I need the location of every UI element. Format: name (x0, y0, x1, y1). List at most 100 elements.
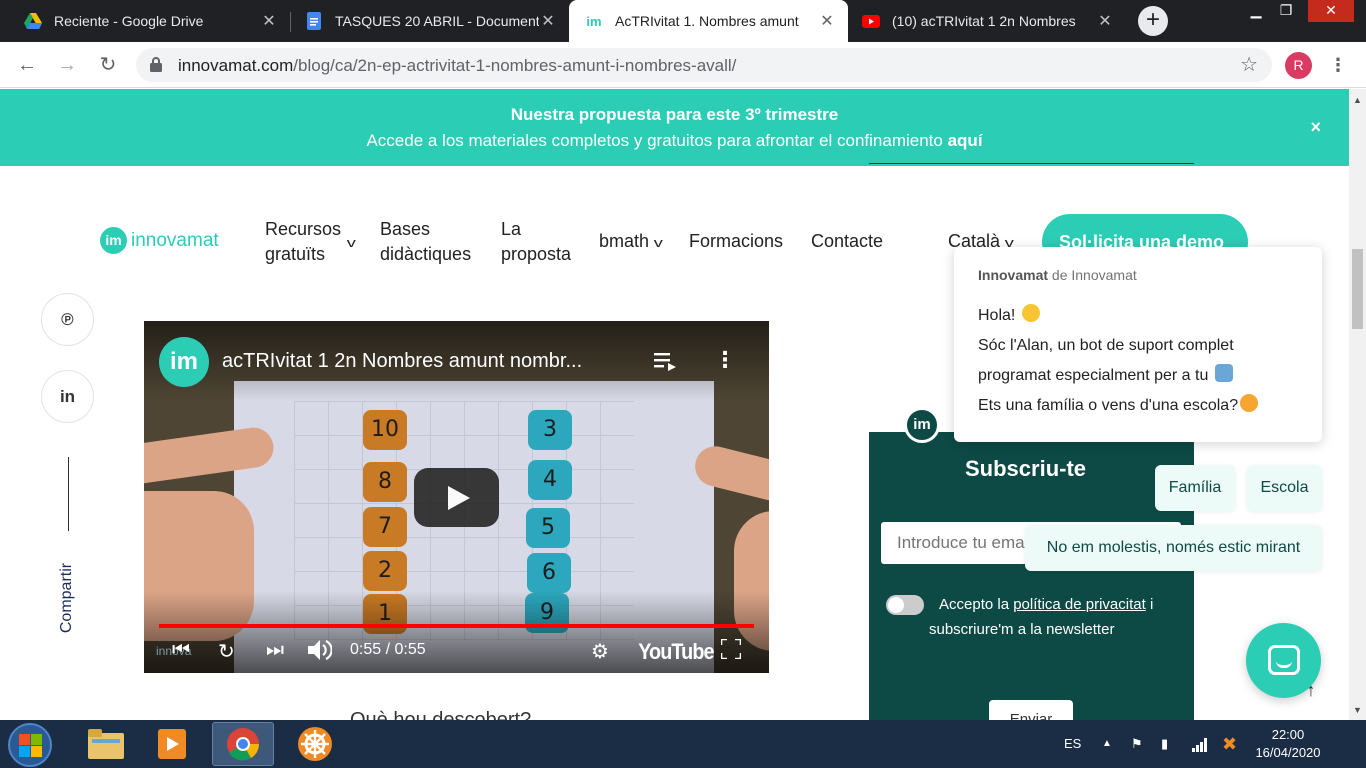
back-button[interactable]: ← (14, 52, 40, 78)
close-tab-icon[interactable]: ✕ (1096, 11, 1114, 31)
close-tab-icon[interactable]: ✕ (260, 11, 278, 31)
divider (869, 163, 1194, 167)
video-progress-bar[interactable] (159, 624, 754, 628)
blue-number-card: 5 (526, 508, 570, 548)
nav-bmath[interactable]: bmath v (599, 229, 663, 255)
quick-reply-familia[interactable]: Família (1155, 465, 1235, 511)
tab-innovamat-active[interactable]: im AcTRIvitat 1. Nombres amunt ✕ (569, 0, 848, 42)
next-icon[interactable]: ⏭ (266, 639, 284, 662)
address-bar[interactable]: innovamat.com/blog/ca/2n-ep-actrivitat-1… (136, 48, 1272, 82)
nav-label: Recursos (265, 219, 342, 239)
url-domain: innovamat.com (178, 56, 294, 75)
helm-app-taskbar-button[interactable] (284, 722, 346, 766)
taskbar-clock[interactable]: 22:00 16/04/2020 (1252, 726, 1324, 762)
nav-label: La (501, 219, 522, 239)
chat-sender: Innovamat de Innovamat (978, 267, 1137, 283)
google-drive-icon (24, 12, 42, 30)
forward-button[interactable]: → (54, 52, 80, 78)
grinning-emoji-icon (1021, 304, 1040, 322)
settings-gear-icon[interactable]: ⚙ (591, 639, 609, 664)
video-progress-fill (159, 624, 754, 628)
scrollbar-thumb[interactable] (1352, 249, 1363, 329)
nav-la-proposta[interactable]: La proposta (501, 217, 571, 267)
scroll-down-arrow-icon[interactable]: ▼ (1353, 705, 1362, 715)
chat-sender-suffix: de Innovamat (1051, 267, 1137, 283)
close-tab-icon[interactable]: ✕ (818, 11, 836, 31)
scroll-up-arrow-icon[interactable]: ▲ (1353, 95, 1362, 105)
nav-formacions[interactable]: Formacions (689, 229, 783, 254)
submit-button[interactable]: Enviar (989, 700, 1073, 720)
new-tab-button[interactable]: + (1138, 6, 1168, 36)
site-logo[interactable]: im innovamat (100, 227, 219, 254)
logo-text: innovamat (131, 229, 219, 251)
tab-youtube[interactable]: (10) acTRIvitat 1 2n Nombres ✕ (848, 0, 1126, 42)
chevron-down-icon[interactable]: v (342, 229, 356, 255)
fullscreen-icon[interactable] (719, 637, 743, 665)
blue-number-card: 3 (528, 410, 572, 450)
browser-menu-icon[interactable]: ⋮ (1328, 52, 1348, 78)
privacy-toggle[interactable] (886, 595, 924, 615)
network-signal-icon[interactable] (1192, 720, 1208, 768)
tab-title: (10) acTRIvitat 1 2n Nombres (892, 13, 1076, 29)
nav-bases-didactiques[interactable]: Bases didàctiques (380, 217, 471, 267)
show-hidden-icons-icon[interactable]: ▲ (1102, 720, 1112, 768)
file-explorer-taskbar-button[interactable] (75, 722, 137, 766)
window-close-button[interactable]: ✕ (1308, 0, 1354, 22)
clock-time: 22:00 (1271, 727, 1305, 742)
nav-label: proposta (501, 244, 572, 264)
watch-later-queue-icon[interactable] (654, 351, 678, 371)
nav-recursos-gratuits[interactable]: Recursos gratuïts (265, 217, 341, 267)
youtube-video-player[interactable]: 10 8 7 2 1 3 4 5 6 9 im acTRIvitat 1 2n … (144, 321, 769, 673)
input-language[interactable]: ES (1064, 720, 1081, 768)
nav-label: bmath (599, 231, 650, 251)
lock-icon (150, 57, 162, 72)
start-button[interactable] (8, 723, 52, 767)
battery-icon[interactable]: ▮ (1161, 720, 1168, 768)
volume-muted-icon[interactable]: ✖ (1222, 720, 1237, 768)
quick-reply-just-looking[interactable]: No em molestis, només estic mirant (1025, 525, 1322, 571)
browser-tabstrip: Reciente - Google Drive ✕ TASQUES 20 ABR… (0, 0, 1366, 42)
video-more-icon[interactable]: ⋮ (714, 347, 736, 373)
maximize-button[interactable]: ❐ (1263, 0, 1309, 22)
windows-logo-icon (19, 734, 30, 745)
chrome-taskbar-button[interactable] (212, 722, 274, 766)
replay-icon[interactable]: ↻ (218, 639, 235, 664)
close-tab-icon[interactable]: ✕ (539, 11, 557, 31)
banner-close-icon[interactable]: × (1310, 117, 1321, 138)
consent-suffix: subscriure'm a la newsletter (929, 621, 1115, 638)
windows-taskbar: ES ▲ ⚑ ▮ ✖ 22:00 16/04/2020 (0, 720, 1366, 768)
privacy-consent-text: Accepto la política de privacitat i subs… (929, 592, 1189, 642)
page-scrollbar[interactable]: ▲ ▼ (1349, 89, 1366, 720)
chat-message-bubble: Innovamat de Innovamat Hola! Sóc l'Alan,… (954, 247, 1322, 442)
linkedin-icon: in (59, 387, 76, 406)
previous-icon[interactable]: ⏮ (172, 639, 190, 662)
chat-sender-name: Innovamat (978, 267, 1049, 283)
reload-button[interactable]: ↻ (95, 52, 121, 78)
youtube-logo[interactable]: YouTube (638, 639, 714, 665)
nav-contacte[interactable]: Contacte (811, 229, 883, 254)
tab-google-docs[interactable]: TASQUES 20 ABRIL - Document ✕ (291, 0, 569, 42)
share-divider (68, 457, 69, 531)
profile-avatar[interactable]: R (1285, 52, 1312, 79)
quick-reply-escola[interactable]: Escola (1247, 465, 1322, 511)
pinterest-share-button[interactable]: ℗ (41, 293, 94, 346)
bookmark-star-icon[interactable]: ☆ (1240, 52, 1258, 77)
windows-logo-icon (19, 746, 30, 757)
media-player-taskbar-button[interactable] (141, 722, 203, 766)
chat-message-text: Hola! Sóc l'Alan, un bot de suport compl… (978, 301, 1308, 421)
robot-emoji-icon (1214, 364, 1233, 382)
linkedin-share-button[interactable]: in (41, 370, 94, 423)
share-label-text: Compartir (58, 562, 75, 634)
video-title[interactable]: acTRIvitat 1 2n Nombres amunt nombr... (222, 350, 582, 373)
smiling-emoji-icon (1240, 394, 1259, 412)
channel-avatar[interactable]: im (159, 337, 209, 387)
newsletter-panel: Subscriu-te Accepto la política de priva… (869, 432, 1194, 720)
play-button[interactable] (414, 468, 499, 527)
banner-link[interactable]: aquí (948, 131, 983, 150)
consent-suffix: i (1145, 596, 1154, 613)
volume-icon[interactable] (308, 639, 333, 667)
action-center-flag-icon[interactable]: ⚑ (1131, 720, 1143, 768)
chat-launcher-button[interactable] (1246, 623, 1321, 698)
privacy-policy-link[interactable]: política de privacitat (1013, 596, 1146, 613)
tab-google-drive[interactable]: Reciente - Google Drive ✕ (0, 0, 290, 42)
